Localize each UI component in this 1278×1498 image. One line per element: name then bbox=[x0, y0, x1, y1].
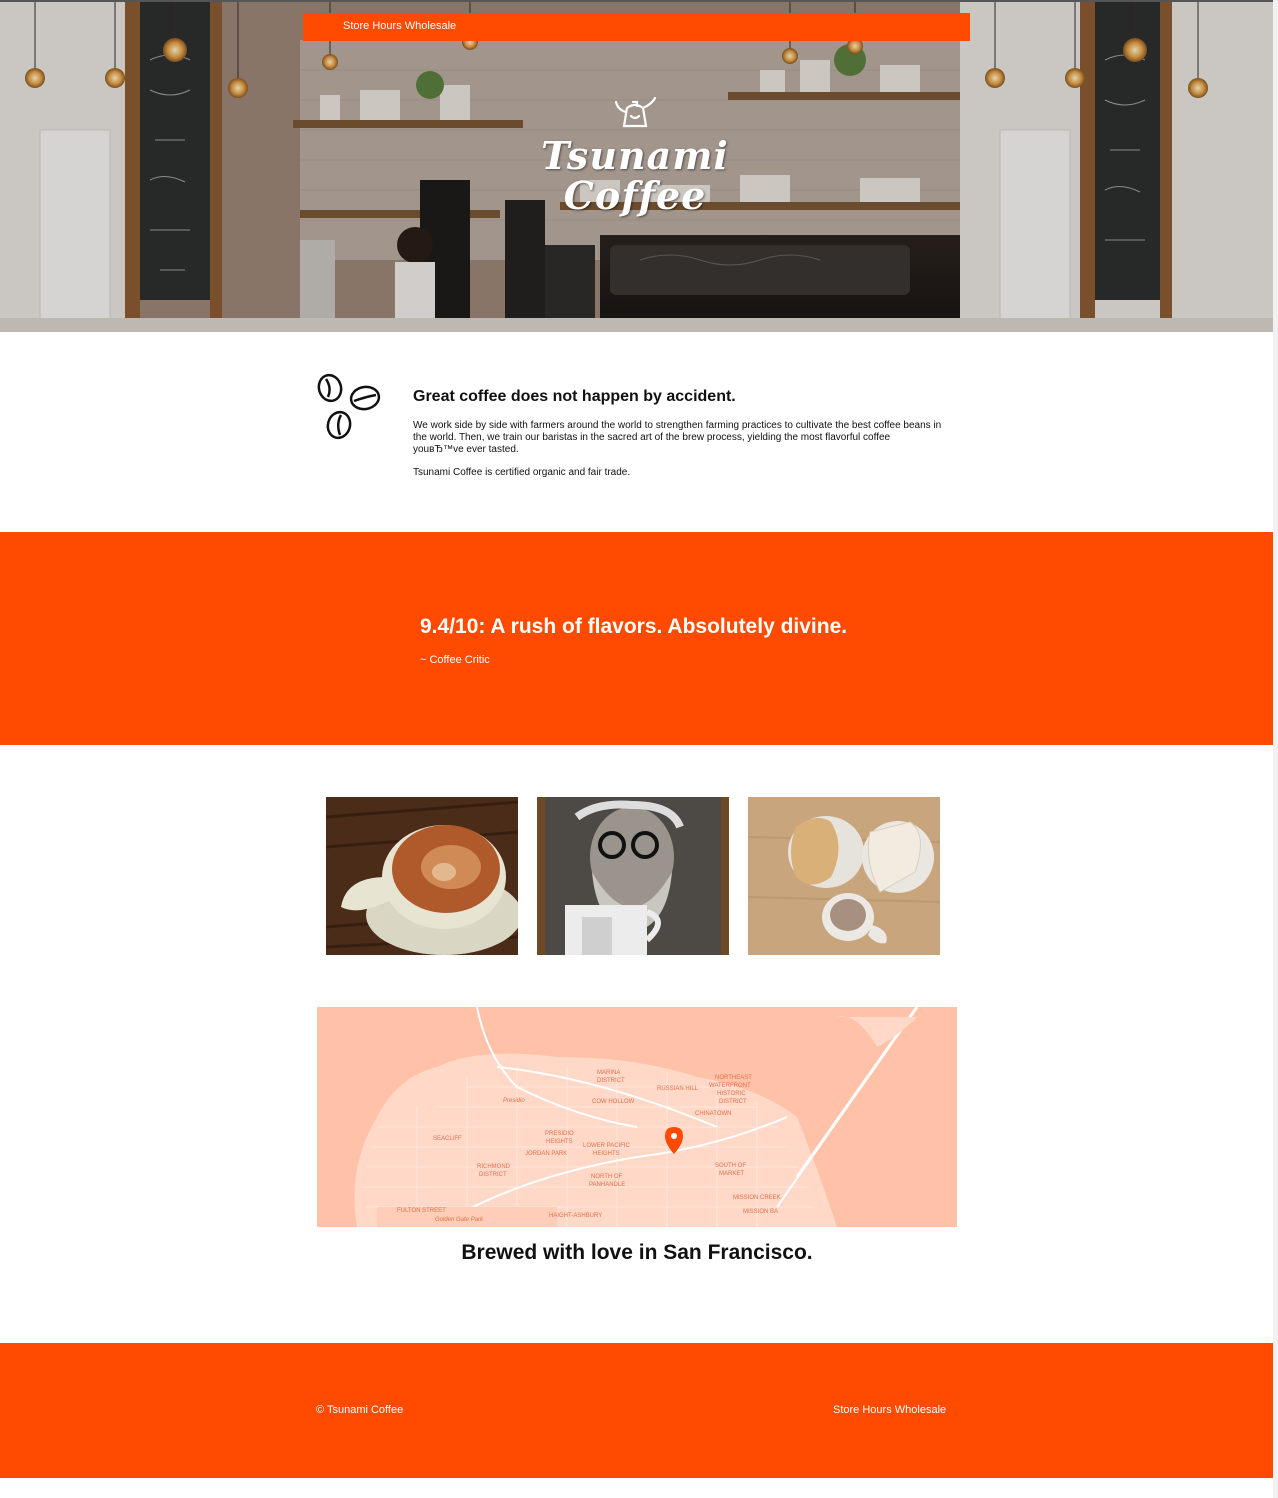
map-label-northeast: NORTHEAST bbox=[715, 1075, 752, 1081]
site-footer: © Tsunami Coffee Store Hours Wholesale bbox=[0, 1343, 1273, 1478]
kettle-icon bbox=[614, 96, 657, 128]
nav-store-hours-link[interactable]: Store Hours bbox=[343, 20, 402, 32]
map-label-waterfront: WATERFRONT bbox=[709, 1083, 751, 1089]
footer-wholesale-link[interactable]: Wholesale bbox=[895, 1404, 946, 1416]
map-label-haight: HAIGHT-ASHBURY bbox=[549, 1213, 602, 1219]
about-heading: Great coffee does not happen by accident… bbox=[413, 388, 736, 405]
map-label-historic: HISTORIC bbox=[717, 1091, 746, 1097]
review-quote: 9.4/10: A rush of flavors. Absolutely di… bbox=[420, 615, 848, 638]
map-label-richmond-district: DISTRICT bbox=[479, 1172, 507, 1178]
top-navigation-bar: Store Hours Wholesale bbox=[303, 13, 970, 41]
footer-store-hours-link[interactable]: Store Hours bbox=[833, 1404, 892, 1416]
review-cite: ~ Coffee Critic bbox=[420, 654, 490, 666]
map-label-mission-bay: MISSION BA bbox=[743, 1209, 778, 1215]
top-nav-links: Store Hours Wholesale bbox=[343, 20, 456, 32]
footer-links: Store Hours Wholesale bbox=[833, 1404, 946, 1416]
map-label-district-ne: DISTRICT bbox=[719, 1099, 747, 1105]
breakfast-photo bbox=[748, 797, 940, 955]
footer-copyright: © Tsunami Coffee bbox=[316, 1404, 404, 1416]
map-label-jordan-park: JORDAN PARK bbox=[525, 1151, 567, 1157]
coffee-beans-icon bbox=[317, 373, 381, 440]
map-label-heights: HEIGHTS bbox=[546, 1139, 573, 1145]
map-label-market: MARKET bbox=[719, 1171, 744, 1177]
location-tagline: Brewed with love in San Francisco. bbox=[461, 1241, 813, 1264]
certification-text: Tsunami Coffee is certified organic and … bbox=[413, 467, 631, 478]
map-label-marina-district: DISTRICT bbox=[597, 1078, 625, 1084]
map-label-lower-pacific-heights: HEIGHTS bbox=[593, 1151, 620, 1157]
brand-logo[interactable]: Tsunami Coffee bbox=[520, 92, 750, 216]
logo-line-1: Tsunami bbox=[541, 133, 729, 178]
map-label-south-of: SOUTH OF bbox=[715, 1163, 746, 1169]
about-paragraph: We work side by side with farmers around… bbox=[413, 420, 942, 455]
logo-wordmark: Tsunami Coffee bbox=[520, 136, 750, 216]
san-francisco-map[interactable]: MARINA DISTRICT RUSSIAN HILL NORTHEAST W… bbox=[317, 1007, 957, 1227]
latte-photo bbox=[326, 797, 518, 955]
map-label-mission-creek: MISSION CREEK bbox=[733, 1195, 781, 1201]
map-label-panhandle: PANHANDLE bbox=[589, 1182, 625, 1188]
review-section: 9.4/10: A rush of flavors. Absolutely di… bbox=[0, 532, 1273, 745]
map-label-presidio-heights: PRESIDIO bbox=[545, 1131, 574, 1137]
nav-wholesale-link[interactable]: Wholesale bbox=[405, 20, 456, 32]
map-label-chinatown: CHINATOWN bbox=[695, 1111, 731, 1117]
about-section: Great coffee does not happen by accident… bbox=[0, 333, 1273, 532]
hero-banner: Store Hours Wholesale Tsunami Coffee bbox=[0, 0, 1273, 332]
map-label-cow-hollow: COW HOLLOW bbox=[592, 1099, 635, 1105]
map-label-fulton: FULTON STREET bbox=[397, 1208, 446, 1214]
map-label-north-of: NORTH OF bbox=[591, 1174, 623, 1180]
map-label-lower-pacific: LOWER PACIFIC bbox=[583, 1143, 631, 1149]
page-scrollbar[interactable] bbox=[1273, 0, 1278, 1498]
map-label-marina: MARINA bbox=[597, 1070, 620, 1076]
map-label-presidio: Presidio bbox=[503, 1098, 525, 1104]
logo-line-2: Coffee bbox=[563, 173, 707, 218]
man-with-mug-photo bbox=[537, 797, 729, 955]
map-label-richmond: RICHMOND bbox=[477, 1164, 511, 1170]
map-label-russian-hill: RUSSIAN HILL bbox=[657, 1086, 699, 1092]
map-label-golden-gate-park: Golden Gate Park bbox=[435, 1217, 484, 1223]
map-graphic: MARINA DISTRICT RUSSIAN HILL NORTHEAST W… bbox=[317, 1007, 957, 1227]
map-label-seacliff: SEACLIFF bbox=[433, 1136, 462, 1142]
